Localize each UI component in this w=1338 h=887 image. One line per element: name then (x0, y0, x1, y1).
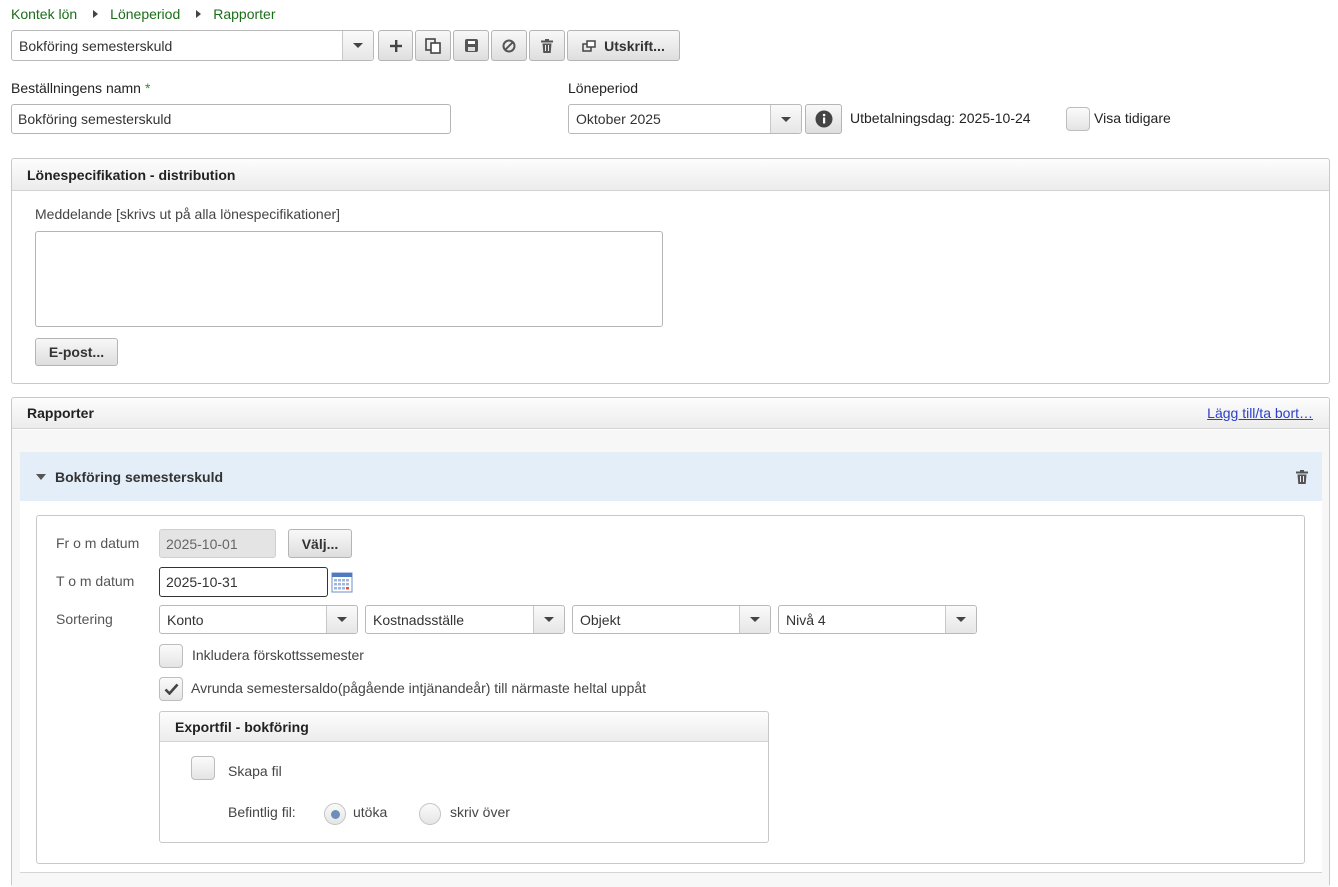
chevron-down-icon[interactable] (770, 105, 801, 133)
pay-period-label: Löneperiod (568, 80, 639, 96)
breadcrumb-separator-icon (93, 10, 99, 18)
save-button[interactable] (453, 30, 489, 61)
trash-icon (541, 38, 553, 53)
sort-select-3-value: Objekt (580, 611, 621, 628)
round-label: Avrunda semestersaldo(pågående intjänand… (191, 680, 647, 696)
include-advance-label: Inkludera förskottssemester (192, 647, 364, 663)
cancel-button[interactable] (491, 30, 527, 61)
sort-select-1[interactable]: Konto (159, 605, 358, 634)
breadcrumb-item-loneperiod[interactable]: Löneperiod (110, 6, 180, 22)
chevron-down-icon[interactable] (945, 606, 976, 633)
distribution-panel-title: Lönespecifikation - distribution (12, 159, 1329, 191)
collapse-triangle-icon[interactable] (36, 473, 46, 480)
trash-icon[interactable] (1296, 469, 1308, 484)
save-icon (464, 39, 478, 52)
to-date-input[interactable]: 2025-10-31 (159, 567, 328, 597)
info-button[interactable] (805, 104, 842, 134)
pay-period-select[interactable]: Oktober 2025 (568, 104, 802, 134)
chevron-down-icon[interactable] (342, 31, 373, 60)
cancel-icon (502, 39, 516, 52)
info-icon (815, 110, 832, 128)
to-date-label: T o m datum (56, 573, 135, 589)
chevron-down-icon[interactable] (326, 606, 357, 633)
radio-overwrite-label: skriv över (450, 804, 510, 820)
radio-selected-dot (330, 809, 340, 819)
message-label: Meddelande [skrivs ut på alla lönespecif… (35, 206, 341, 222)
breadcrumb: Kontek lön Löneperiod Rapporter (11, 6, 276, 22)
show-earlier-checkbox[interactable] (1066, 107, 1090, 131)
checkmark-icon (164, 683, 178, 695)
sort-label: Sortering (56, 611, 113, 627)
add-remove-reports-link[interactable]: Lägg till/ta bort… (1207, 405, 1313, 421)
required-mark: * (144, 80, 151, 96)
calendar-icon[interactable] (331, 571, 353, 593)
show-earlier-label: Visa tidigare (1094, 110, 1171, 126)
print-button-label: Utskrift... (604, 37, 665, 54)
order-name-input[interactable]: Bokföring semesterskuld (11, 104, 451, 134)
create-file-label: Skapa fil (228, 763, 282, 779)
copy-icon (425, 37, 441, 54)
payment-day-text: Utbetalningsdag: 2025-10-24 (850, 110, 1031, 126)
order-name-label-text: Beställningens namn (11, 80, 141, 96)
add-button[interactable] (378, 30, 413, 61)
message-textarea[interactable] (35, 231, 663, 327)
create-file-checkbox[interactable] (191, 756, 215, 780)
copy-button[interactable] (415, 30, 451, 61)
breadcrumb-item-kontek-lon[interactable]: Kontek lön (11, 6, 77, 22)
plus-icon (389, 39, 402, 52)
sort-select-2-value: Kostnadsställe (373, 611, 465, 628)
reports-panel-header: Rapporter Lägg till/ta bort… (12, 398, 1329, 429)
from-date-input: 2025-10-01 (159, 529, 276, 558)
existing-file-label: Befintlig fil: (228, 804, 296, 820)
export-panel-title: Exportfil - bokföring (160, 712, 768, 742)
breadcrumb-item-rapporter[interactable]: Rapporter (213, 6, 275, 22)
sort-select-3[interactable]: Objekt (572, 605, 771, 634)
choose-date-button[interactable]: Välj... (288, 529, 352, 558)
round-checkbox[interactable] (159, 677, 183, 701)
reports-panel-title: Rapporter (27, 405, 94, 421)
radio-extend[interactable] (324, 803, 346, 825)
report-select[interactable]: Bokföring semesterskuld (11, 30, 374, 61)
sort-select-2[interactable]: Kostnadsställe (365, 605, 565, 634)
sort-select-4[interactable]: Nivå 4 (778, 605, 977, 634)
print-button[interactable]: Utskrift... (567, 30, 680, 61)
chevron-down-icon[interactable] (739, 606, 770, 633)
chevron-down-icon[interactable] (533, 606, 564, 633)
report-item-header[interactable]: Bokföring semesterskuld (20, 452, 1322, 501)
pay-period-value: Oktober 2025 (576, 111, 661, 127)
report-item-title: Bokföring semesterskuld (55, 468, 224, 485)
include-advance-checkbox[interactable] (159, 644, 183, 668)
from-date-label: Fr o m datum (56, 535, 140, 551)
report-item-title-group: Bokföring semesterskuld (36, 469, 223, 485)
external-window-icon (582, 39, 596, 52)
sort-select-1-value: Konto (167, 611, 204, 628)
report-select-value: Bokföring semesterskuld (19, 37, 173, 54)
radio-extend-label: utöka (353, 804, 388, 820)
radio-overwrite[interactable] (419, 803, 441, 825)
email-button[interactable]: E-post... (35, 338, 118, 366)
delete-button[interactable] (529, 30, 565, 61)
order-name-label: Beställningens namn * (11, 80, 150, 96)
sort-select-4-value: Nivå 4 (786, 611, 826, 628)
breadcrumb-separator-icon (196, 10, 202, 18)
